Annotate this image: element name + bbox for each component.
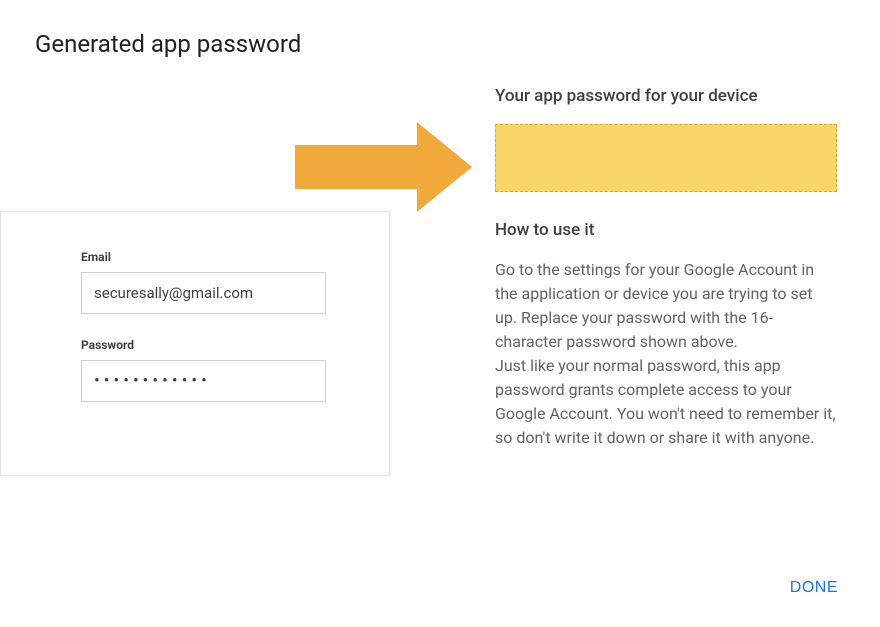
instructions-paragraph-2: Just like your normal password, this app… (495, 356, 835, 447)
email-field[interactable]: securesally@gmail.com (81, 272, 326, 314)
right-column: Your app password for your device How to… (475, 86, 845, 450)
email-label: Email (81, 250, 349, 264)
arrow-icon (295, 122, 473, 212)
page-title: Generated app password (35, 30, 845, 58)
instructions-text: Go to the settings for your Google Accou… (495, 258, 837, 450)
example-login-card: Email securesally@gmail.com Password •••… (0, 211, 390, 476)
generated-password-box[interactable] (495, 124, 837, 192)
done-button[interactable]: DONE (786, 571, 842, 605)
device-password-subtitle: Your app password for your device (495, 86, 837, 106)
password-label: Password (81, 338, 349, 352)
password-field[interactable]: •••••••••••• (81, 360, 326, 402)
left-column: Email securesally@gmail.com Password •••… (35, 86, 475, 450)
how-to-use-title: How to use it (495, 220, 837, 240)
password-masked-value: •••••••••••• (94, 373, 211, 390)
instructions-paragraph-1: Go to the settings for your Google Accou… (495, 260, 814, 351)
email-value: securesally@gmail.com (94, 284, 253, 302)
content-area: Email securesally@gmail.com Password •••… (35, 86, 845, 450)
